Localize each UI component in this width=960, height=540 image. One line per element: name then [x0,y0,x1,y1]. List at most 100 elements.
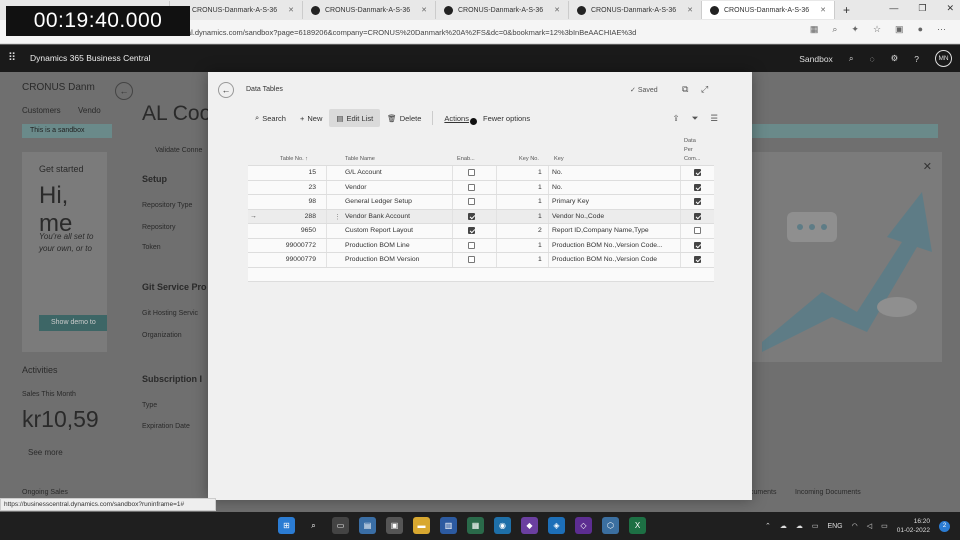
apps-icon[interactable]: ▦ [810,24,819,35]
browser-tab[interactable]: CRONUS-Danmark-A-S-36 ✕ [303,1,436,19]
volume-icon[interactable]: ◁ [867,522,872,530]
enabled-checkbox[interactable] [468,256,475,263]
power-bi-icon[interactable]: ▥ [440,517,457,534]
enabled-checkbox[interactable] [468,241,475,249]
more-icon[interactable]: ⋯ [937,24,946,35]
delete-button[interactable]: 🗑 Delete [380,109,428,127]
notification-icon[interactable]: ◌ [870,54,875,64]
table-row[interactable]: 98 General Ledger Setup 1 Primary Key [248,195,714,210]
table-row[interactable]: → ⋮ 288 Vendor Bank Account 1 Vendor No.,Code [248,209,714,224]
validate-connection[interactable]: Validate Conne [155,147,202,154]
widgets-icon[interactable]: ▤ [359,517,376,534]
start-icon[interactable]: ⊞ [278,517,295,534]
help-icon[interactable]: ? [914,54,919,64]
data-per-company-checkbox[interactable] [694,212,701,220]
data-per-company-checkbox[interactable] [694,198,701,205]
minimize-icon[interactable]: — [889,3,898,14]
enabled-checkbox[interactable] [468,183,475,191]
cell-table-no[interactable]: 288 [248,213,316,220]
data-per-company-checkbox[interactable] [694,227,701,234]
profile-icon[interactable]: ● [918,24,923,35]
close-icon[interactable]: ✕ [820,6,826,14]
browser-tab[interactable]: CRONUS-Danmark-A-S-36 ✕ [569,1,702,19]
show-demo-button[interactable]: Show demo to [39,315,107,331]
favorite-icon[interactable]: ☆ [873,24,881,35]
avatar[interactable]: MN [935,50,952,67]
data-per-company-checkbox[interactable] [694,241,701,249]
visual-studio-icon[interactable]: ◆ [521,517,538,534]
maximize-icon[interactable]: ❐ [918,3,926,14]
column-enabled[interactable]: Enab... [457,156,475,162]
table-row[interactable]: 9650 Custom Report Layout 2 Report ID,Compa… [248,224,714,239]
new-tab-button[interactable]: + [835,3,858,17]
table-row[interactable]: 99000772 Production BOM Line 1 Production B… [248,238,714,253]
search-icon[interactable]: ⌕ [305,517,322,534]
package-icon[interactable]: ⬡ [602,517,619,534]
teams-icon[interactable]: ▣ [386,517,403,534]
language-indicator[interactable]: ENG [827,523,842,530]
collections-icon[interactable]: ▣ [895,24,904,35]
browser-tab[interactable]: CRONUS-Danmark-A-S-36 ✕ [702,1,835,19]
table-row[interactable]: 23 Vendor 1 No. [248,180,714,195]
enabled-checkbox[interactable] [468,227,475,234]
edit-list-button[interactable]: ▤ Edit List [329,109,381,127]
new-button[interactable]: + New [293,109,329,127]
filter-icon[interactable]: ⏷ [692,113,699,124]
task-view-icon[interactable]: ▭ [332,517,349,534]
chevron-up-icon[interactable]: ⌃ [765,522,771,530]
share-icon[interactable]: ⇪ [672,113,679,124]
back-button[interactable]: ← [218,82,234,98]
data-per-company-checkbox[interactable] [694,256,701,263]
wifi-icon[interactable]: ◠ [852,522,858,530]
network-tray-icon[interactable]: ▭ [812,522,819,530]
close-icon[interactable]: ✕ [687,6,693,14]
list-view-icon[interactable]: ☰ [710,113,718,124]
column-table-name[interactable]: Table Name [345,156,375,162]
enabled-checkbox[interactable] [468,212,475,220]
extension-icon[interactable]: ✦ [851,24,859,35]
cell-table-no[interactable]: 15 [248,169,316,176]
chart-app-icon[interactable]: ▦ [467,517,484,534]
close-icon[interactable]: ✕ [554,6,560,14]
close-window-icon[interactable]: ✕ [946,3,954,14]
new-row-placeholder[interactable] [248,267,714,282]
table-row[interactable]: 99000779 Production BOM Version 1 Productio… [248,253,714,268]
excel-icon[interactable]: X [629,517,646,534]
search-button[interactable]: ⌕ Search [248,109,293,127]
notification-badge[interactable]: 2 [939,520,950,532]
cell-table-no[interactable]: 99000772 [248,242,316,249]
browser-tab[interactable]: CRONUS-Danmark-A-S-36 ✕ [436,1,569,19]
data-per-company-checkbox[interactable] [694,183,701,191]
file-explorer-icon[interactable]: ▬ [413,517,430,534]
gear-icon[interactable]: ⚙ [891,53,899,64]
table-row[interactable]: 15 G/L Account 1 No. [248,166,714,181]
cloud-icon[interactable]: ☁ [780,522,787,530]
cell-table-no[interactable]: 9650 [248,227,316,234]
cell-table-no[interactable]: 98 [248,198,316,205]
battery-icon[interactable]: ▭ [881,522,888,530]
column-key-no[interactable]: Key No. [519,156,539,162]
column-key[interactable]: Key [554,156,564,162]
row-menu-icon[interactable]: ⋮ [334,213,341,221]
fewer-options-button[interactable]: Fewer options [476,109,537,127]
clock[interactable]: 16:20 01-02-2022 [897,517,930,535]
close-icon[interactable]: ✕ [421,6,427,14]
search-icon[interactable]: ⌕ [849,53,854,64]
close-icon[interactable]: ✕ [288,6,294,14]
app-launcher-icon[interactable]: ⠿ [8,51,16,64]
edge-icon[interactable]: ◉ [494,517,511,534]
expand-icon[interactable]: ⤢ [701,84,708,95]
column-table-no[interactable]: Table No. ↑ [280,156,308,162]
see-more-link[interactable]: See more [28,448,63,457]
onedrive-icon[interactable]: ☁ [796,522,803,530]
data-per-company-checkbox[interactable] [694,169,701,176]
cell-table-no[interactable]: 23 [248,184,316,191]
azure-data-studio-icon[interactable]: ◈ [548,517,565,534]
cell-table-no[interactable]: 99000779 [248,256,316,263]
open-new-window-icon[interactable]: ⧉ [682,84,688,95]
back-button[interactable]: ← [115,82,133,100]
enabled-checkbox[interactable] [468,198,475,205]
column-data-per-company[interactable]: Data [684,138,696,144]
visual-studio-purple-icon[interactable]: ◇ [575,517,592,534]
enabled-checkbox[interactable] [468,169,475,176]
